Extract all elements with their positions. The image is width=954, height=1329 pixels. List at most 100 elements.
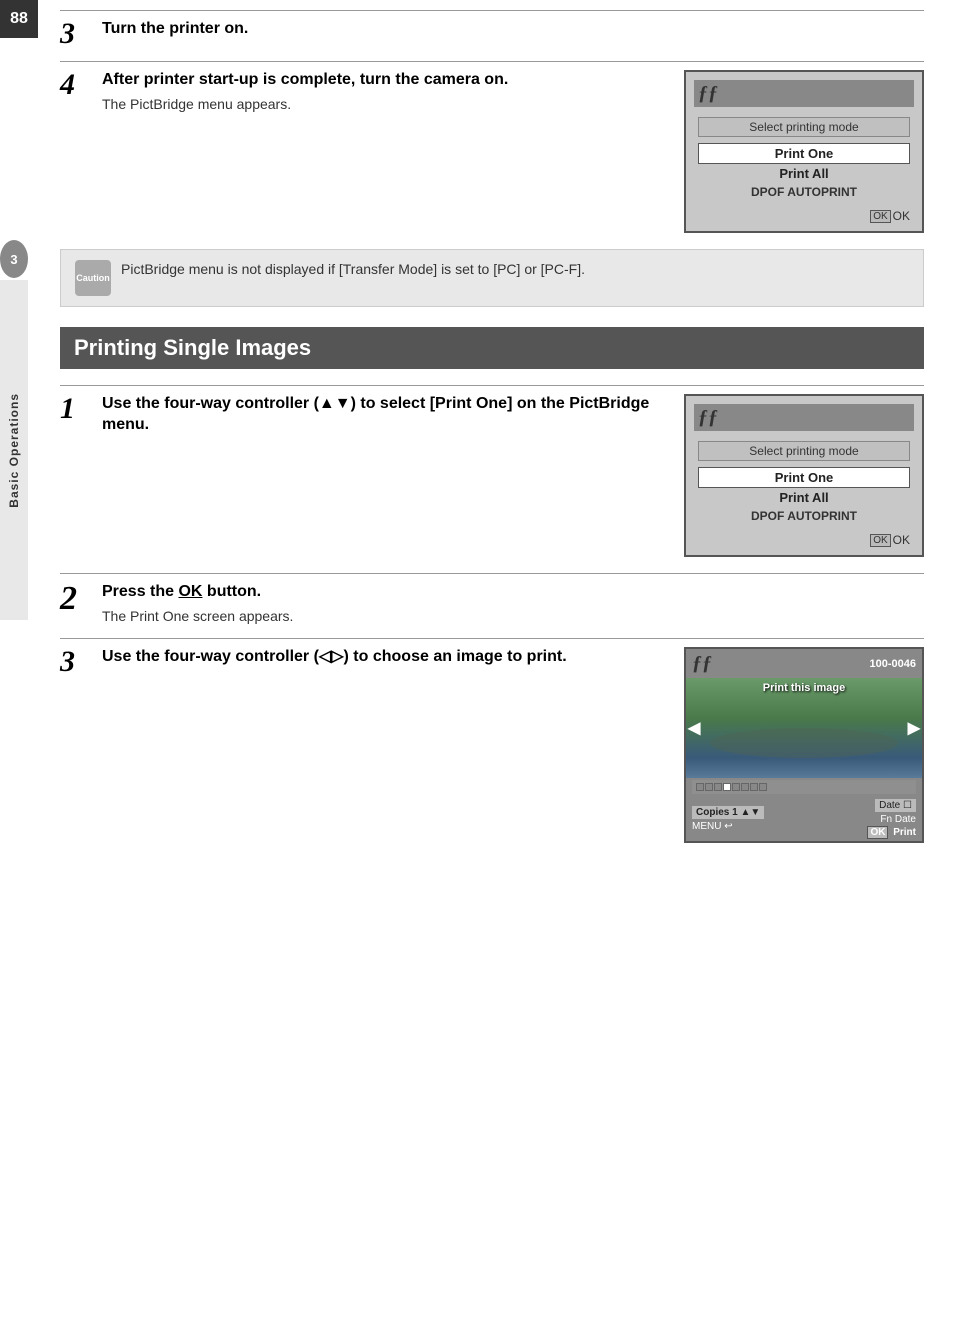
copies-number: 1 xyxy=(732,807,738,818)
thumb-1 xyxy=(696,783,704,791)
menu-item-print-all-1[interactable]: Print All xyxy=(694,164,914,183)
photo-area: Print this image ◀ ▶ xyxy=(686,678,922,778)
ok-print-box: OK xyxy=(867,826,888,839)
step-2-body: The Print One screen appears. xyxy=(102,607,924,627)
step-3b-screen: ƒƒ 100-0046 Print this image ◀ ▶ xyxy=(684,647,924,843)
step-1-inner: 1 Use the four-way controller (▲▼) to se… xyxy=(60,394,664,436)
screen-menu-area-2: Select printing mode Print One Print All… xyxy=(694,435,914,531)
page-number: 88 xyxy=(0,0,38,38)
date-row: Date ☐ xyxy=(875,799,916,812)
step-3b-number: 3 xyxy=(60,647,96,677)
image-number: 100-0046 xyxy=(870,658,917,670)
print-this-image-label: Print this image xyxy=(686,682,922,694)
screen-mockup-1: ƒƒ Select printing mode Print One Print … xyxy=(684,70,924,233)
print-bottom-left: Copies 1 ▲▼ MENU ↩ xyxy=(692,806,764,832)
copies-row: Copies 1 ▲▼ xyxy=(692,806,764,819)
step-1-screen: ƒƒ Select printing mode Print One Print … xyxy=(684,394,924,557)
ok-row-2: OK OK xyxy=(694,531,914,547)
side-label-text: Basic Operations xyxy=(7,393,21,508)
step-4-left: 4 After printer start-up is complete, tu… xyxy=(60,70,664,126)
print-label: Print xyxy=(893,827,916,838)
step-3-number: 3 xyxy=(60,19,96,49)
step-4-row: 4 After printer start-up is complete, tu… xyxy=(60,70,924,233)
rule-after-step3 xyxy=(60,61,924,62)
ok-label-2: OK xyxy=(893,533,910,547)
thumb-3 xyxy=(714,783,722,791)
side-label-container: Basic Operations xyxy=(0,280,28,620)
step-4-inner: 4 After printer start-up is complete, tu… xyxy=(60,70,664,114)
step-3b-content: Use the four-way controller (◁▷) to choo… xyxy=(96,647,664,668)
menu-item-dpof-1[interactable]: DPOF AUTOPRINT xyxy=(694,183,914,201)
rule-before-step2 xyxy=(60,573,924,574)
menu-title-2: Select printing mode xyxy=(698,441,910,461)
date-label: Date xyxy=(879,800,900,811)
ok-label-1: OK xyxy=(893,209,910,223)
ok-box-2: OK xyxy=(870,534,890,547)
thumb-8 xyxy=(759,783,767,791)
thumb-2 xyxy=(705,783,713,791)
thumb-7 xyxy=(750,783,758,791)
main-content: 3 Turn the printer on. 4 After printer s… xyxy=(40,0,954,889)
screen-top-bar-2: ƒƒ xyxy=(694,404,914,431)
caution-box: Caution PictBridge menu is not displayed… xyxy=(60,249,924,307)
step-4-screen: ƒƒ Select printing mode Print One Print … xyxy=(684,70,924,233)
step-1-content: Use the four-way controller (▲▼) to sele… xyxy=(96,394,664,436)
thumb-5 xyxy=(732,783,740,791)
nav-left-arrow[interactable]: ◀ xyxy=(688,718,700,738)
screen-menu-area-1: Select printing mode Print One Print All… xyxy=(694,111,914,207)
step-2-number: 2 xyxy=(60,582,96,616)
thumb-4-active xyxy=(723,783,731,791)
top-rule xyxy=(60,10,924,11)
step-4-content: After printer start-up is complete, turn… xyxy=(96,70,664,114)
side-number: 3 xyxy=(0,240,28,278)
thumbnail-strip xyxy=(692,780,916,794)
ok-row-1: OK OK xyxy=(694,207,914,223)
step-3-row: 3 Turn the printer on. xyxy=(60,19,924,49)
screen-top-bar-1: ƒƒ xyxy=(694,80,914,107)
step-2-row: 2 Press the OK button. The Print One scr… xyxy=(60,582,924,626)
fn-row: Fn Date xyxy=(880,814,916,825)
step-4-title: After printer start-up is complete, turn… xyxy=(102,70,664,91)
step-3b-left: 3 Use the four-way controller (◁▷) to ch… xyxy=(60,647,664,689)
ok-print-row[interactable]: OK Print xyxy=(867,827,916,838)
camera-icon-1: ƒƒ xyxy=(698,82,718,105)
menu-item-dpof-2[interactable]: DPOF AUTOPRINT xyxy=(694,507,914,525)
step-3b-title: Use the four-way controller (◁▷) to choo… xyxy=(102,647,664,668)
menu-row[interactable]: MENU ↩ xyxy=(692,821,764,832)
menu-title-1: Select printing mode xyxy=(698,117,910,137)
step-4-number: 4 xyxy=(60,70,96,100)
step-1-number: 1 xyxy=(60,394,96,424)
menu-item-print-all-2[interactable]: Print All xyxy=(694,488,914,507)
fn-label: Fn xyxy=(880,814,892,825)
rule-before-step1 xyxy=(60,385,924,386)
step-2-content: Press the OK button. The Print One scree… xyxy=(96,582,924,626)
step-2-title: Press the OK button. xyxy=(102,582,924,603)
copies-label: Copies xyxy=(696,807,729,818)
caution-text: PictBridge menu is not displayed if [Tra… xyxy=(121,260,585,280)
screen-mockup-2: ƒƒ Select printing mode Print One Print … xyxy=(684,394,924,557)
menu-item-print-one-1[interactable]: Print One xyxy=(698,143,910,164)
ok-box-1: OK xyxy=(870,210,890,223)
rule-before-step3b xyxy=(60,638,924,639)
section-heading: Printing Single Images xyxy=(60,327,924,369)
nav-right-arrow[interactable]: ▶ xyxy=(908,718,920,738)
step-1-left: 1 Use the four-way controller (▲▼) to se… xyxy=(60,394,664,448)
step-3b-row: 3 Use the four-way controller (◁▷) to ch… xyxy=(60,647,924,843)
thumb-6 xyxy=(741,783,749,791)
step-3-content: Turn the printer on. xyxy=(96,19,924,40)
copies-arrows[interactable]: ▲▼ xyxy=(740,807,760,818)
camera-icon-3: ƒƒ xyxy=(692,652,712,675)
print-bottom-right: Date ☐ Fn Date OK Print xyxy=(867,799,916,838)
print-screen-top: ƒƒ 100-0046 xyxy=(686,649,922,678)
fn-date-label: Date xyxy=(895,814,916,825)
step-1-row: 1 Use the four-way controller (▲▼) to se… xyxy=(60,394,924,557)
menu-label: MENU xyxy=(692,821,721,832)
date-checkbox[interactable]: ☐ xyxy=(903,800,912,811)
step-3b-inner: 3 Use the four-way controller (◁▷) to ch… xyxy=(60,647,664,677)
menu-item-print-one-2[interactable]: Print One xyxy=(698,467,910,488)
print-bottom-bar: Copies 1 ▲▼ MENU ↩ Date ☐ xyxy=(686,796,922,841)
step-4-body: The PictBridge menu appears. xyxy=(102,95,664,115)
step-3-title: Turn the printer on. xyxy=(102,19,924,40)
step-1-title: Use the four-way controller (▲▼) to sele… xyxy=(102,394,664,436)
camera-icon-2: ƒƒ xyxy=(698,406,718,429)
